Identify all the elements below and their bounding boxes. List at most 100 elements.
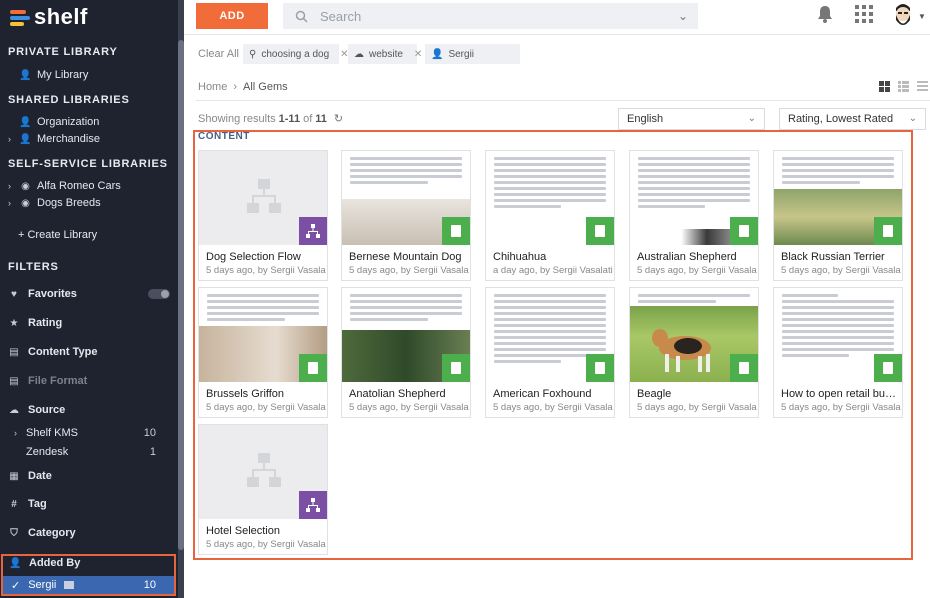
article-badge-icon xyxy=(874,217,902,245)
breadcrumb-home[interactable]: Home xyxy=(198,81,227,93)
card-title: Dog Selection Flow xyxy=(206,251,301,263)
gem-card-brussels-griffon[interactable]: Brussels Griffon 5 days ago, by Sergii V… xyxy=(198,287,328,418)
filter-tag[interactable]: # Tag xyxy=(8,498,170,510)
card-title: Chihuahua xyxy=(493,251,547,263)
gem-card-black-russian-terrier[interactable]: Black Russian Terrier 5 days ago, by Ser… xyxy=(773,150,903,281)
source-item-shelf-kms[interactable]: › Shelf KMS 10 xyxy=(14,427,156,439)
refresh-icon[interactable]: ↻ xyxy=(334,112,343,125)
filter-label: Category xyxy=(28,527,76,539)
clear-all-link[interactable]: Clear All xyxy=(198,48,239,60)
filter-label: Added By xyxy=(29,557,81,569)
card-thumbnail xyxy=(630,151,758,245)
filter-favorites[interactable]: ♥ Favorites xyxy=(8,288,170,300)
favorites-toggle[interactable] xyxy=(148,289,170,299)
grid-view-icon[interactable] xyxy=(879,81,890,92)
apps-grid-icon[interactable] xyxy=(855,5,873,23)
filter-label: Date xyxy=(28,470,52,482)
filter-content-type[interactable]: ▤ Content Type xyxy=(8,346,170,358)
search-bar[interactable]: ⌄ xyxy=(283,3,698,29)
article-badge-icon xyxy=(874,354,902,382)
card-thumbnail xyxy=(342,151,470,245)
article-badge-icon xyxy=(586,217,614,245)
card-title: Hotel Selection xyxy=(206,525,280,537)
card-meta: 5 days ago, by Sergii Vasalatii xyxy=(493,402,613,413)
chevron-down-icon[interactable]: ⌄ xyxy=(678,9,688,23)
gem-card-beagle[interactable]: Beagle 5 days ago, by Sergii Vasalatii xyxy=(629,287,759,418)
article-badge-icon xyxy=(586,354,614,382)
sidebar-item-alfa-romeo[interactable]: › ◉ Alfa Romeo Cars xyxy=(8,180,121,192)
shelf-logo[interactable]: shelf xyxy=(10,4,88,29)
gem-card-chihuahua[interactable]: Chihuahua a day ago, by Sergii Vasalatii xyxy=(485,150,615,281)
sort-select[interactable]: Rating, Lowest Rated ⌄ xyxy=(779,108,926,130)
filter-label: File Format xyxy=(28,375,88,387)
hash-icon: # xyxy=(11,498,17,510)
file-icon: ▤ xyxy=(9,346,19,358)
self-service-libraries-title: SELF-SERVICE LIBRARIES xyxy=(8,158,168,170)
source-item-zendesk[interactable]: Zendesk 1 xyxy=(26,446,156,458)
search-input[interactable] xyxy=(320,8,660,24)
compact-view-icon[interactable] xyxy=(917,81,928,92)
list-view-icon[interactable] xyxy=(898,81,909,92)
filter-label: Rating xyxy=(28,317,63,329)
card-meta: 5 days ago, by Sergii Vasalatii xyxy=(781,402,901,413)
gem-card-australian-shepherd[interactable]: Australian Shepherd 5 days ago, by Sergi… xyxy=(629,150,759,281)
gem-card-hotel-selection[interactable]: Hotel Selection 5 days ago, by Sergii Va… xyxy=(198,424,328,555)
beagle-photo-icon xyxy=(652,329,711,372)
card-title: American Foxhound xyxy=(493,388,592,400)
filter-date[interactable]: ▦ Date xyxy=(8,470,170,482)
gem-card-anatolian-shepherd[interactable]: Anatolian Shepherd 5 days ago, by Sergii… xyxy=(341,287,471,418)
card-meta: 5 days ago, by Sergii Vasalatii xyxy=(206,539,326,550)
source-label: Zendesk xyxy=(26,446,69,458)
chevron-right-icon[interactable]: › xyxy=(14,428,20,438)
close-icon[interactable]: ✕ xyxy=(414,49,422,60)
gem-card-bernese-mountain-dog[interactable]: Bernese Mountain Dog 5 days ago, by Serg… xyxy=(341,150,471,281)
shelf-logo-icon xyxy=(10,8,30,26)
card-thumbnail xyxy=(199,288,327,382)
sidebar-item-my-library[interactable]: 👤 My Library xyxy=(19,69,88,81)
language-select[interactable]: English ⌄ xyxy=(618,108,765,130)
check-icon: ✓ xyxy=(11,579,21,592)
user-icon: 👤 xyxy=(19,116,32,128)
avatar-dropdown-icon[interactable]: ▼ xyxy=(918,12,926,21)
card-thumbnail xyxy=(199,425,327,519)
results-total: 11 xyxy=(315,112,327,125)
card-title: Bernese Mountain Dog xyxy=(349,251,462,263)
filter-label: Tag xyxy=(28,498,47,510)
filter-rating[interactable]: ★ Rating xyxy=(8,317,170,329)
breadcrumb-current: All Gems xyxy=(243,81,288,93)
sort-select-value: Rating, Lowest Rated xyxy=(788,113,894,125)
sidebar-item-merchandise[interactable]: › 👤 Merchandise xyxy=(8,133,100,145)
sidebar-item-organization[interactable]: 👤 Organization xyxy=(19,116,99,128)
card-meta: 5 days ago, by Sergii Vasalatii xyxy=(781,265,901,276)
flowchart-icon xyxy=(247,179,281,213)
chevron-right-icon[interactable]: › xyxy=(8,134,14,144)
gem-card-american-foxhound[interactable]: American Foxhound 5 days ago, by Sergii … xyxy=(485,287,615,418)
sidebar-item-label: Dogs Breeds xyxy=(37,197,101,209)
file-icon: ▤ xyxy=(9,375,19,387)
sidebar-scroll-thumb[interactable] xyxy=(178,40,184,550)
add-button[interactable]: ADD xyxy=(196,3,268,29)
gem-card-retail-business[interactable]: How to open retail bus... 5 days ago, by… xyxy=(773,287,903,418)
gem-card-dog-selection-flow[interactable]: Dog Selection Flow 5 days ago, by Sergii… xyxy=(198,150,328,281)
filter-added-by[interactable]: 👤 Added By xyxy=(9,557,170,569)
card-thumbnail xyxy=(486,151,614,245)
results-prefix: Showing results xyxy=(198,112,276,125)
chevron-right-icon[interactable]: › xyxy=(8,181,14,191)
user-avatar[interactable] xyxy=(890,2,916,30)
content-section-title: CONTENT xyxy=(198,131,250,142)
added-by-item-sergii[interactable]: ✓ Sergii 10 xyxy=(3,576,174,594)
globe-icon: ◉ xyxy=(21,180,30,192)
results-range: 1-11 xyxy=(278,112,301,125)
bell-icon[interactable] xyxy=(817,5,833,23)
card-thumbnail xyxy=(774,288,902,382)
chip-user: 👤 Sergii xyxy=(425,44,520,64)
sidebar-scrollbar[interactable] xyxy=(178,0,184,598)
sidebar-item-dogs-breeds[interactable]: › ◉ Dogs Breeds xyxy=(8,197,101,209)
filter-label: Favorites xyxy=(28,288,77,300)
card-title: Australian Shepherd xyxy=(637,251,737,263)
filter-category[interactable]: ⛉ Category xyxy=(8,527,170,539)
filter-source[interactable]: ☁ Source xyxy=(8,404,170,416)
chip-label: choosing a dog xyxy=(261,48,330,60)
chevron-right-icon[interactable]: › xyxy=(8,198,14,208)
create-library-button[interactable]: + Create Library xyxy=(18,229,97,241)
